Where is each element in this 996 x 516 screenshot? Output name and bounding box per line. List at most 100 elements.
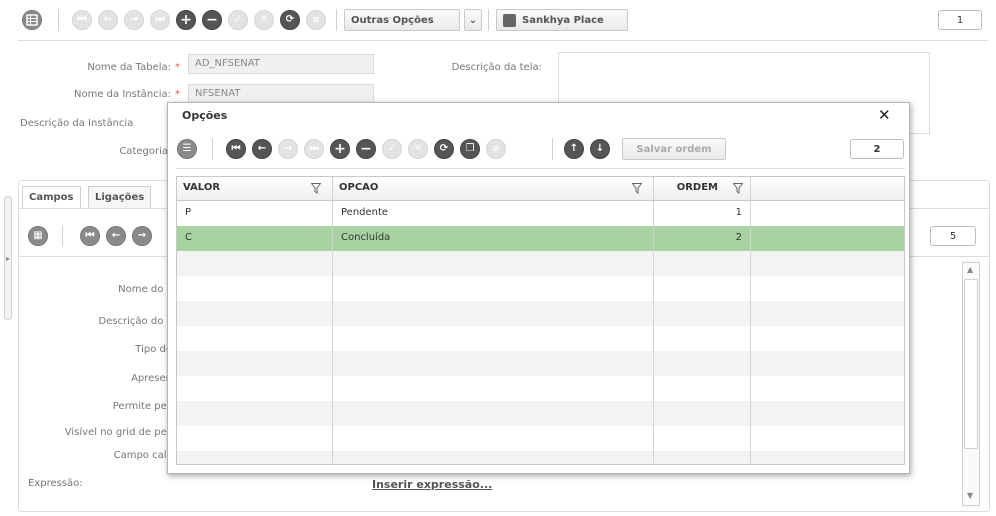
grid-menu-icon[interactable] xyxy=(22,10,42,30)
salvar-ordem-label: Salvar ordem xyxy=(636,143,712,155)
expand-arrow-icon: ▸ xyxy=(6,254,11,263)
campos-grid-menu-icon[interactable]: ▦ xyxy=(28,226,48,246)
tab-ligacoes[interactable]: Ligações xyxy=(88,186,152,208)
grid-header: VALOR OPCAO ORDEM xyxy=(177,177,904,201)
close-icon[interactable]: ✕ xyxy=(878,106,891,124)
toolbar-divider xyxy=(18,40,988,41)
remove-icon[interactable]: − xyxy=(202,10,222,30)
campos-page-number-box[interactable]: 5 xyxy=(930,226,976,246)
descricao-instancia-label: Descrição da Instância xyxy=(20,118,134,129)
sankhya-place-button[interactable]: Sankhya Place xyxy=(496,9,628,31)
campos-first-icon[interactable]: ⏮ xyxy=(80,226,100,246)
copy-icon[interactable]: ❐ xyxy=(460,139,480,159)
column-divider xyxy=(332,177,333,200)
remove-icon[interactable]: − xyxy=(356,139,376,159)
nome-instancia-field[interactable]: NFSENAT xyxy=(188,84,374,104)
campo-permite-pesquisa-label: Permite pes xyxy=(112,401,172,412)
list-menu-icon[interactable]: ☰ xyxy=(177,139,197,159)
confirm-icon[interactable]: ✓ xyxy=(382,139,402,159)
confirm-icon[interactable]: ✓ xyxy=(228,10,248,30)
empty-row xyxy=(177,451,904,464)
dialog-title: Opções xyxy=(182,109,228,122)
previous-icon[interactable]: ← xyxy=(98,10,118,30)
column-divider xyxy=(332,177,333,464)
attach-icon[interactable]: ⌀ xyxy=(306,10,326,30)
cancel-icon[interactable]: ✕ xyxy=(408,139,428,159)
column-divider xyxy=(750,177,751,464)
table-row-selected[interactable]: C Concluída 2 xyxy=(177,226,904,251)
filter-icon[interactable] xyxy=(632,183,642,194)
column-divider xyxy=(750,177,751,200)
refresh-icon[interactable]: ⟳ xyxy=(280,10,300,30)
move-up-icon[interactable]: ↑ xyxy=(564,139,584,159)
next-icon[interactable]: → xyxy=(124,10,144,30)
opcoes-grid: P Pendente 1 C Concluída 2 VALOR OPCAO O… xyxy=(176,176,905,465)
campo-calculado-label: Campo calc xyxy=(113,450,172,461)
outras-opcoes-button[interactable]: Outras Opções xyxy=(344,9,460,31)
first-icon[interactable]: ⏮ xyxy=(72,10,92,30)
inserir-expressao-link[interactable]: Inserir expressão... xyxy=(372,478,492,491)
toolbar-separator xyxy=(488,9,489,31)
column-divider xyxy=(653,177,654,200)
campo-descricao-label: Descrição do c xyxy=(98,316,172,327)
first-icon[interactable]: ⏮ xyxy=(226,139,246,159)
empty-row xyxy=(177,351,904,376)
previous-icon[interactable]: ← xyxy=(252,139,272,159)
campos-page-number: 5 xyxy=(949,230,957,242)
sankhya-place-icon xyxy=(503,13,516,27)
empty-row xyxy=(177,251,904,276)
attach-icon[interactable]: ⌀ xyxy=(486,139,506,159)
empty-row xyxy=(177,401,904,426)
categoria-label: Categoria xyxy=(119,146,168,157)
toolbar-separator xyxy=(552,138,553,160)
move-down-icon[interactable]: ↓ xyxy=(590,139,610,159)
add-icon[interactable]: + xyxy=(176,10,196,30)
outras-opcoes-dropdown[interactable]: ⌄ xyxy=(464,9,482,31)
cancel-icon[interactable]: ✕ xyxy=(254,10,274,30)
scroll-down-icon[interactable]: ▼ xyxy=(967,491,973,500)
campo-apresentacao-label: Apresen xyxy=(131,373,172,384)
descricao-tela-label: Descrição da tela: xyxy=(451,62,542,73)
add-icon[interactable]: + xyxy=(330,139,350,159)
campo-nome-label: Nome do c xyxy=(118,284,172,295)
toolbar-separator xyxy=(58,9,59,31)
column-header-opcao[interactable]: OPCAO xyxy=(333,177,653,201)
dialog-page-number-box[interactable]: 2 xyxy=(850,139,904,159)
toolbar-separator xyxy=(62,225,63,247)
valor-cell: C xyxy=(185,232,192,243)
sankhya-place-label: Sankhya Place xyxy=(522,14,604,26)
column-header-ordem[interactable]: ORDEM xyxy=(654,177,724,201)
scrollbar-thumb[interactable] xyxy=(964,279,978,449)
ordem-cell: 2 xyxy=(735,232,742,243)
campos-previous-icon[interactable]: ← xyxy=(106,226,126,246)
last-icon[interactable]: ⏭ xyxy=(304,139,324,159)
nome-tabela-field[interactable]: AD_NFSENAT xyxy=(188,54,374,74)
chevron-down-icon: ⌄ xyxy=(468,14,478,26)
vertical-scrollbar[interactable]: ▲ ▼ xyxy=(962,262,980,506)
nome-instancia-label: Nome da Instância: * xyxy=(74,89,180,100)
nome-tabela-label: Nome da Tabela: * xyxy=(87,62,180,73)
next-icon[interactable]: → xyxy=(278,139,298,159)
ordem-cell: 1 xyxy=(735,207,742,218)
dialog-toolbar-divider xyxy=(176,168,905,169)
filter-icon[interactable] xyxy=(733,183,743,194)
page-number-box[interactable]: 1 xyxy=(938,10,982,30)
salvar-ordem-button[interactable]: Salvar ordem xyxy=(622,138,726,160)
toolbar-separator xyxy=(212,138,213,160)
table-row[interactable]: P Pendente 1 xyxy=(177,201,904,226)
column-header-valor[interactable]: VALOR xyxy=(177,177,332,201)
opcao-cell: Concluída xyxy=(341,232,391,243)
page-number: 1 xyxy=(956,14,964,26)
expressao-label: Expressão: xyxy=(28,478,83,489)
campo-visivel-grid-label: Visível no grid de pes xyxy=(64,427,172,438)
filter-icon[interactable] xyxy=(311,183,321,194)
last-icon[interactable]: ⏭ xyxy=(150,10,170,30)
opcao-cell: Pendente xyxy=(341,207,389,218)
valor-cell: P xyxy=(185,207,192,218)
campos-next-icon[interactable]: → xyxy=(132,226,152,246)
scroll-up-icon[interactable]: ▲ xyxy=(967,265,973,274)
empty-row xyxy=(177,301,904,326)
refresh-icon[interactable]: ⟳ xyxy=(434,139,454,159)
tab-campos[interactable]: Campos xyxy=(22,186,81,208)
outras-opcoes-label: Outras Opções xyxy=(351,14,434,26)
